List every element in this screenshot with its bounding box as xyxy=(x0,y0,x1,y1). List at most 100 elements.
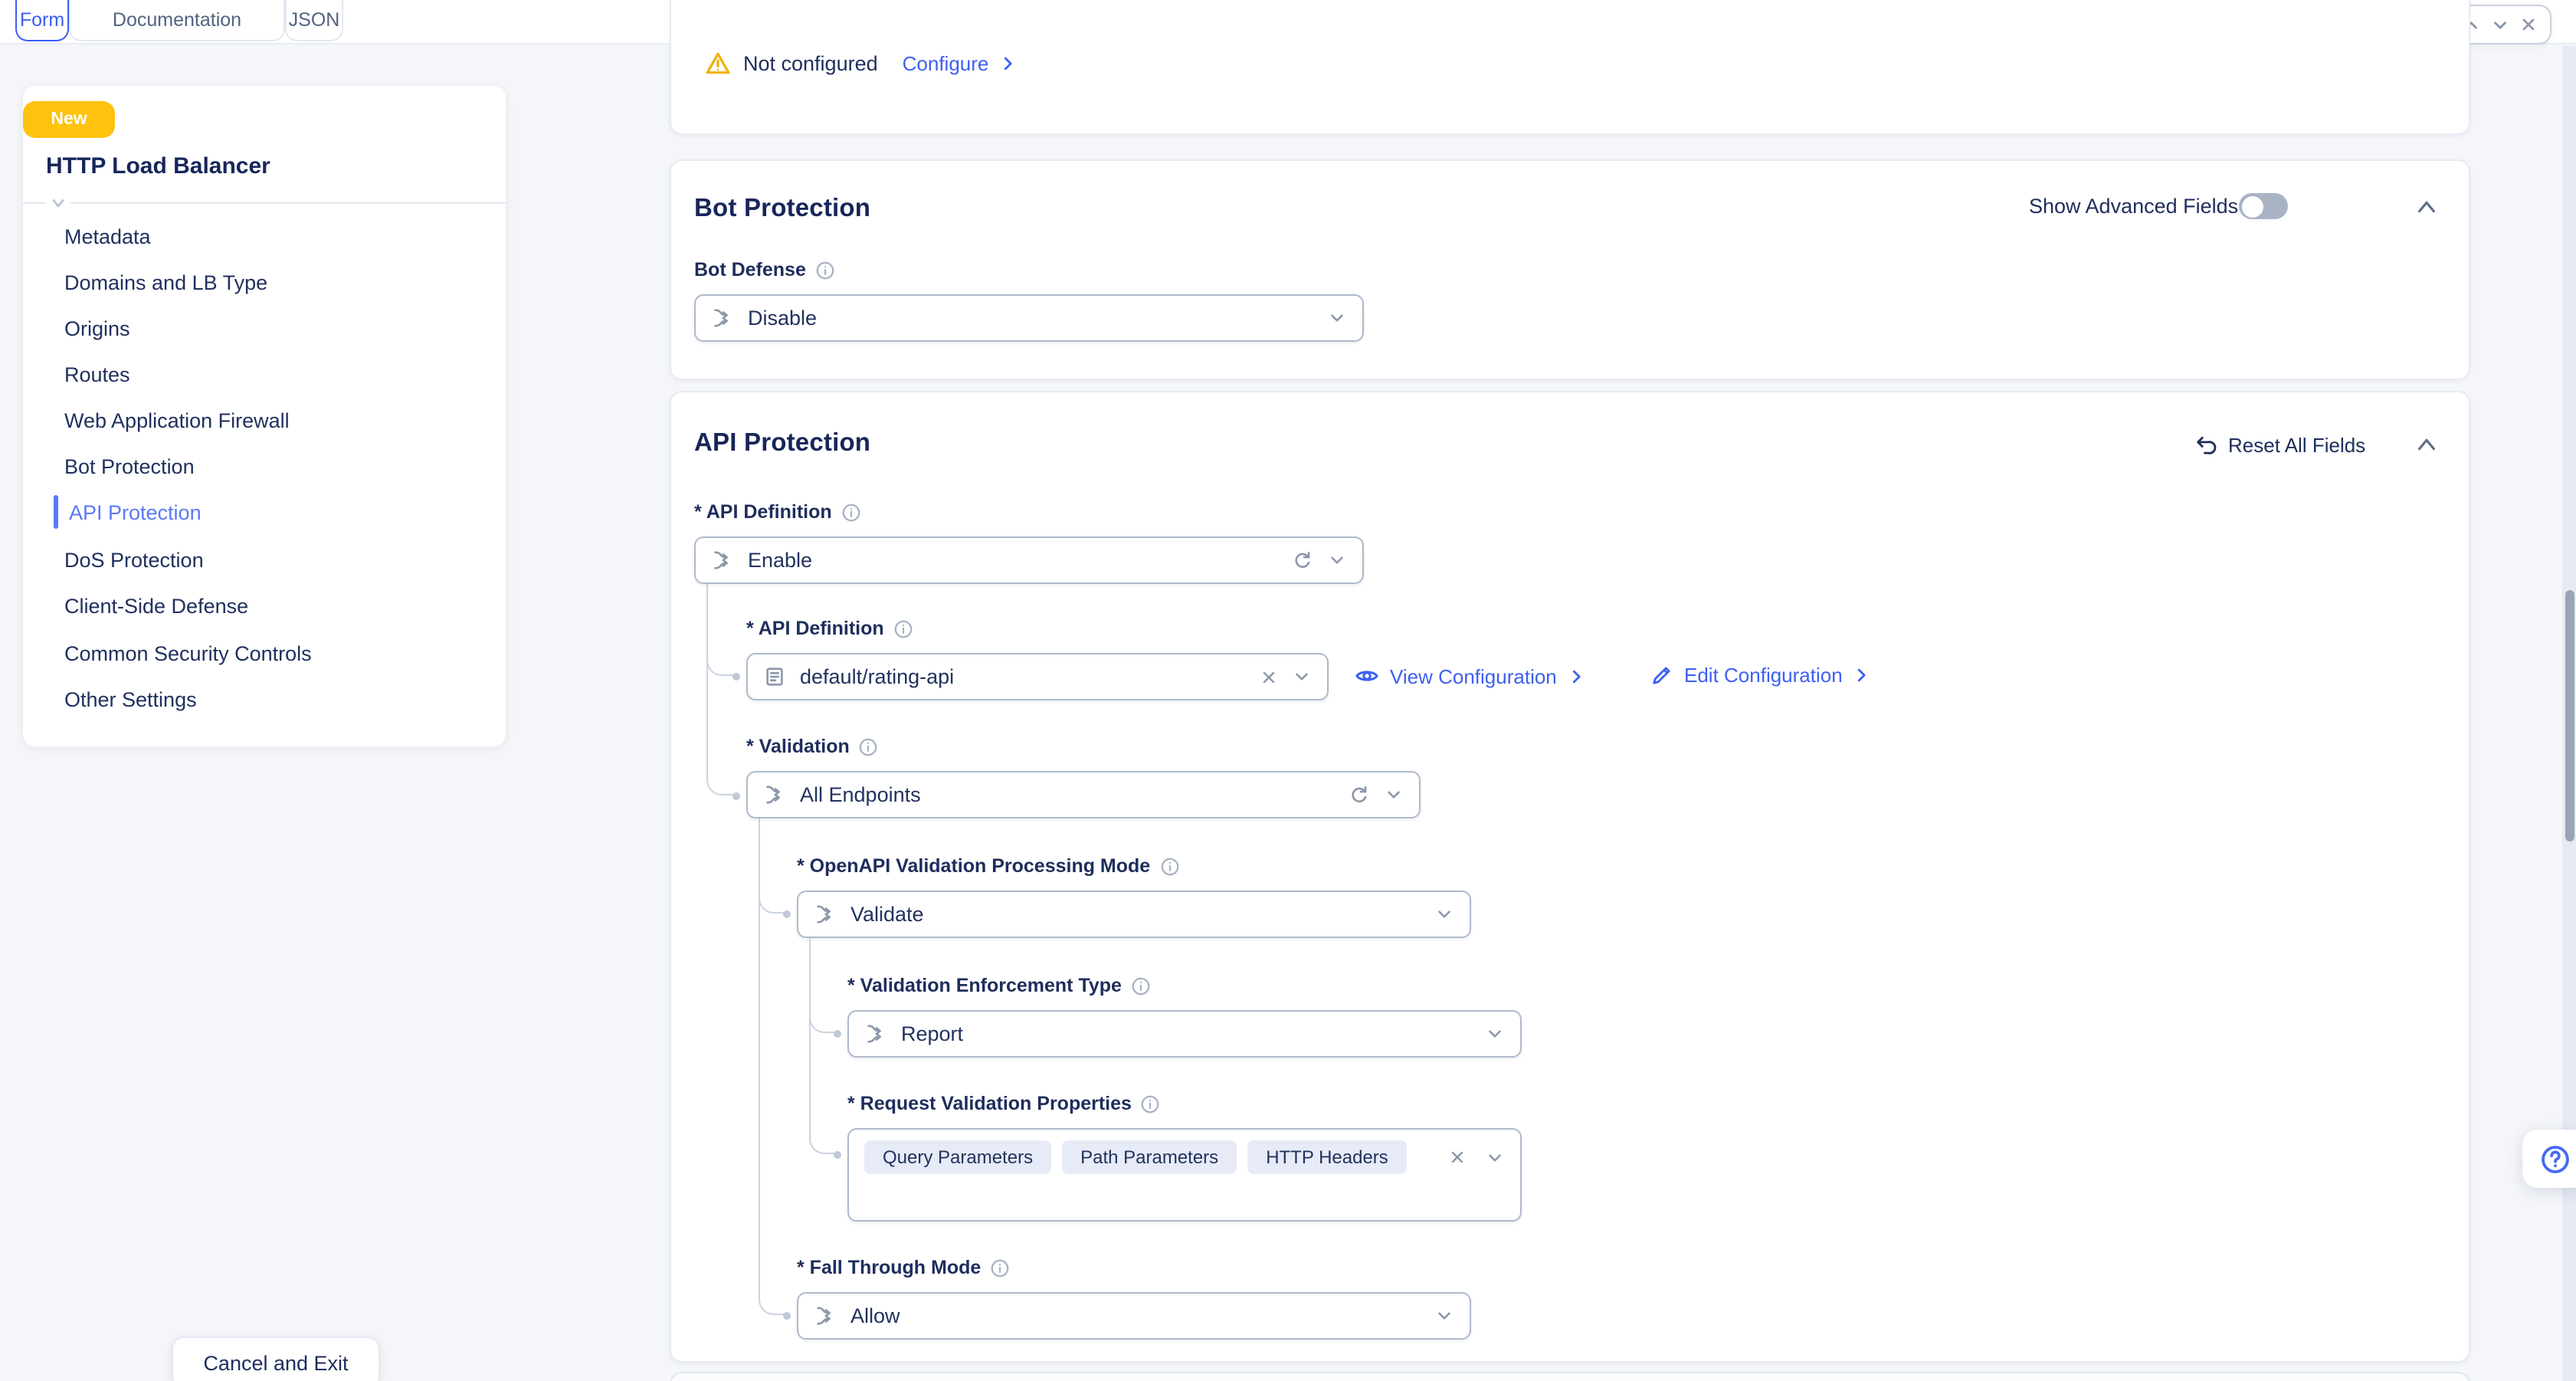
api-reset-all-label: Reset All Fields xyxy=(2228,434,2365,457)
undo-icon xyxy=(2194,434,2217,457)
document-icon xyxy=(763,665,786,688)
warning-triangle-icon xyxy=(705,50,731,76)
refresh-icon[interactable] xyxy=(1349,784,1370,805)
api-reset-all-button[interactable]: Reset All Fields xyxy=(2194,432,2365,458)
info-icon[interactable] xyxy=(1131,976,1151,996)
sidebar-divider xyxy=(23,202,506,204)
oneof-branch-icon xyxy=(711,307,734,330)
sidebar-item-waf[interactable]: Web Application Firewall xyxy=(64,403,290,437)
sidebar-item-metadata[interactable]: Metadata xyxy=(64,219,151,253)
info-icon[interactable] xyxy=(893,618,913,638)
tab-documentation-label: Documentation xyxy=(113,9,241,31)
sidebar-item-domains-lb-type[interactable]: Domains and LB Type xyxy=(64,265,267,299)
not-configured-status: Not configured xyxy=(743,51,878,74)
request-validation-properties-multiselect[interactable]: Query Parameters Path Parameters HTTP He… xyxy=(847,1128,1522,1222)
edit-configuration-link[interactable]: Edit Configuration xyxy=(1650,664,1870,687)
not-configured-row: Not configured Configure xyxy=(705,46,1016,80)
bot-section-collapse-chevron-icon[interactable] xyxy=(2415,198,2438,216)
sidebar-item-other-settings[interactable]: Other Settings xyxy=(64,682,197,716)
api-definition-select[interactable]: Enable xyxy=(694,536,1364,584)
sidebar-item-dos-protection[interactable]: DoS Protection xyxy=(64,543,204,576)
sidebar-item-origins[interactable]: Origins xyxy=(64,311,130,345)
sidebar-item-api-protection[interactable]: API Protection xyxy=(69,495,202,529)
validation-label: * Validation xyxy=(746,736,879,757)
request-validation-tag: Query Parameters xyxy=(864,1140,1051,1174)
show-advanced-fields: Show Advanced Fields xyxy=(2029,193,2238,219)
configure-link[interactable]: Configure xyxy=(903,51,1017,74)
chevron-right-icon xyxy=(999,54,1016,71)
sidebar-item-routes[interactable]: Routes xyxy=(64,357,130,391)
cancel-and-exit-button[interactable]: Cancel and Exit xyxy=(172,1337,380,1381)
validation-enforcement-type-select[interactable]: Report xyxy=(847,1010,1522,1058)
chevron-down-icon xyxy=(1384,785,1404,805)
pencil-icon xyxy=(1650,664,1673,687)
api-definition-ref-combobox[interactable]: default/rating-api xyxy=(746,653,1329,700)
show-advanced-fields-label: Show Advanced Fields xyxy=(2029,195,2238,218)
bot-defense-select[interactable]: Disable xyxy=(694,294,1364,342)
clear-icon[interactable] xyxy=(1448,1148,1467,1166)
info-icon[interactable] xyxy=(1159,856,1179,876)
new-badge-label: New xyxy=(51,110,87,129)
oneof-branch-icon xyxy=(864,1022,887,1045)
oneof-branch-icon xyxy=(711,549,734,572)
fall-through-mode-label: * Fall Through Mode xyxy=(797,1257,1010,1278)
help-button[interactable] xyxy=(2522,1130,2576,1188)
api-protection-title: API Protection xyxy=(694,429,870,458)
api-definition-ref-value: default/rating-api xyxy=(800,665,1246,688)
oneof-branch-icon xyxy=(763,783,786,806)
tab-json[interactable]: JSON xyxy=(285,0,343,41)
openapi-processing-mode-select[interactable]: Validate xyxy=(797,891,1471,938)
bot-defense-label: Bot Defense xyxy=(694,259,835,280)
oneof-branch-icon xyxy=(814,903,837,926)
api-definition-label: * API Definition xyxy=(694,501,861,523)
fall-through-mode-value: Allow xyxy=(850,1304,1421,1327)
openapi-processing-mode-label: * OpenAPI Validation Processing Mode xyxy=(797,855,1179,877)
next-section-card xyxy=(670,1372,2470,1381)
api-section-collapse-chevron-icon[interactable] xyxy=(2415,435,2438,454)
info-icon[interactable] xyxy=(990,1258,1010,1278)
chevron-down-icon xyxy=(1327,550,1347,570)
info-icon[interactable] xyxy=(859,736,879,756)
chevron-down-icon xyxy=(1485,1148,1505,1168)
scrollbar-thumb[interactable] xyxy=(2565,590,2574,841)
chevron-down-icon xyxy=(1327,308,1347,328)
sidebar-active-indicator xyxy=(54,495,57,529)
request-validation-tag: Path Parameters xyxy=(1062,1140,1237,1174)
chevron-down-icon xyxy=(1292,667,1312,687)
openapi-processing-mode-value: Validate xyxy=(850,903,1421,926)
tab-documentation[interactable]: Documentation xyxy=(69,0,285,41)
info-icon[interactable] xyxy=(841,502,861,522)
validation-select[interactable]: All Endpoints xyxy=(746,771,1421,818)
chevron-down-icon xyxy=(1434,904,1454,924)
eye-icon xyxy=(1355,664,1379,688)
search-next-button[interactable] xyxy=(2490,15,2510,34)
chevron-right-icon xyxy=(1853,667,1870,684)
tree-connector xyxy=(706,584,737,795)
tab-form[interactable]: Form xyxy=(15,0,69,41)
sidebar-title: HTTP Load Balancer xyxy=(46,153,270,179)
request-validation-properties-label: * Request Validation Properties xyxy=(847,1093,1161,1114)
validation-enforcement-type-label: * Validation Enforcement Type xyxy=(847,975,1151,996)
refresh-icon[interactable] xyxy=(1292,549,1313,571)
tab-json-label: JSON xyxy=(289,9,340,31)
show-advanced-fields-toggle[interactable] xyxy=(2239,193,2288,219)
fall-through-mode-select[interactable]: Allow xyxy=(797,1292,1471,1340)
search-close-button[interactable] xyxy=(2519,15,2538,34)
tree-connector xyxy=(759,818,788,1315)
new-badge: New xyxy=(23,101,115,138)
validation-enforcement-type-value: Report xyxy=(901,1022,1471,1045)
sidebar-collapse-chevron-icon[interactable] xyxy=(46,196,70,212)
oneof-branch-icon xyxy=(814,1304,837,1327)
sidebar-item-client-side-defense[interactable]: Client-Side Defense xyxy=(64,589,248,622)
chevron-down-icon xyxy=(1434,1306,1454,1326)
clear-icon[interactable] xyxy=(1260,668,1278,686)
view-configuration-link[interactable]: View Configuration xyxy=(1355,664,1585,688)
sidebar-item-common-security-controls[interactable]: Common Security Controls xyxy=(64,636,312,670)
question-mark-icon xyxy=(2538,1143,2571,1175)
sidebar-item-bot-protection[interactable]: Bot Protection xyxy=(64,449,195,483)
info-icon[interactable] xyxy=(815,260,835,280)
info-icon[interactable] xyxy=(1141,1094,1161,1114)
tree-connector xyxy=(809,938,838,1154)
validation-value: All Endpoints xyxy=(800,783,1335,806)
tab-form-label: Form xyxy=(20,9,64,31)
